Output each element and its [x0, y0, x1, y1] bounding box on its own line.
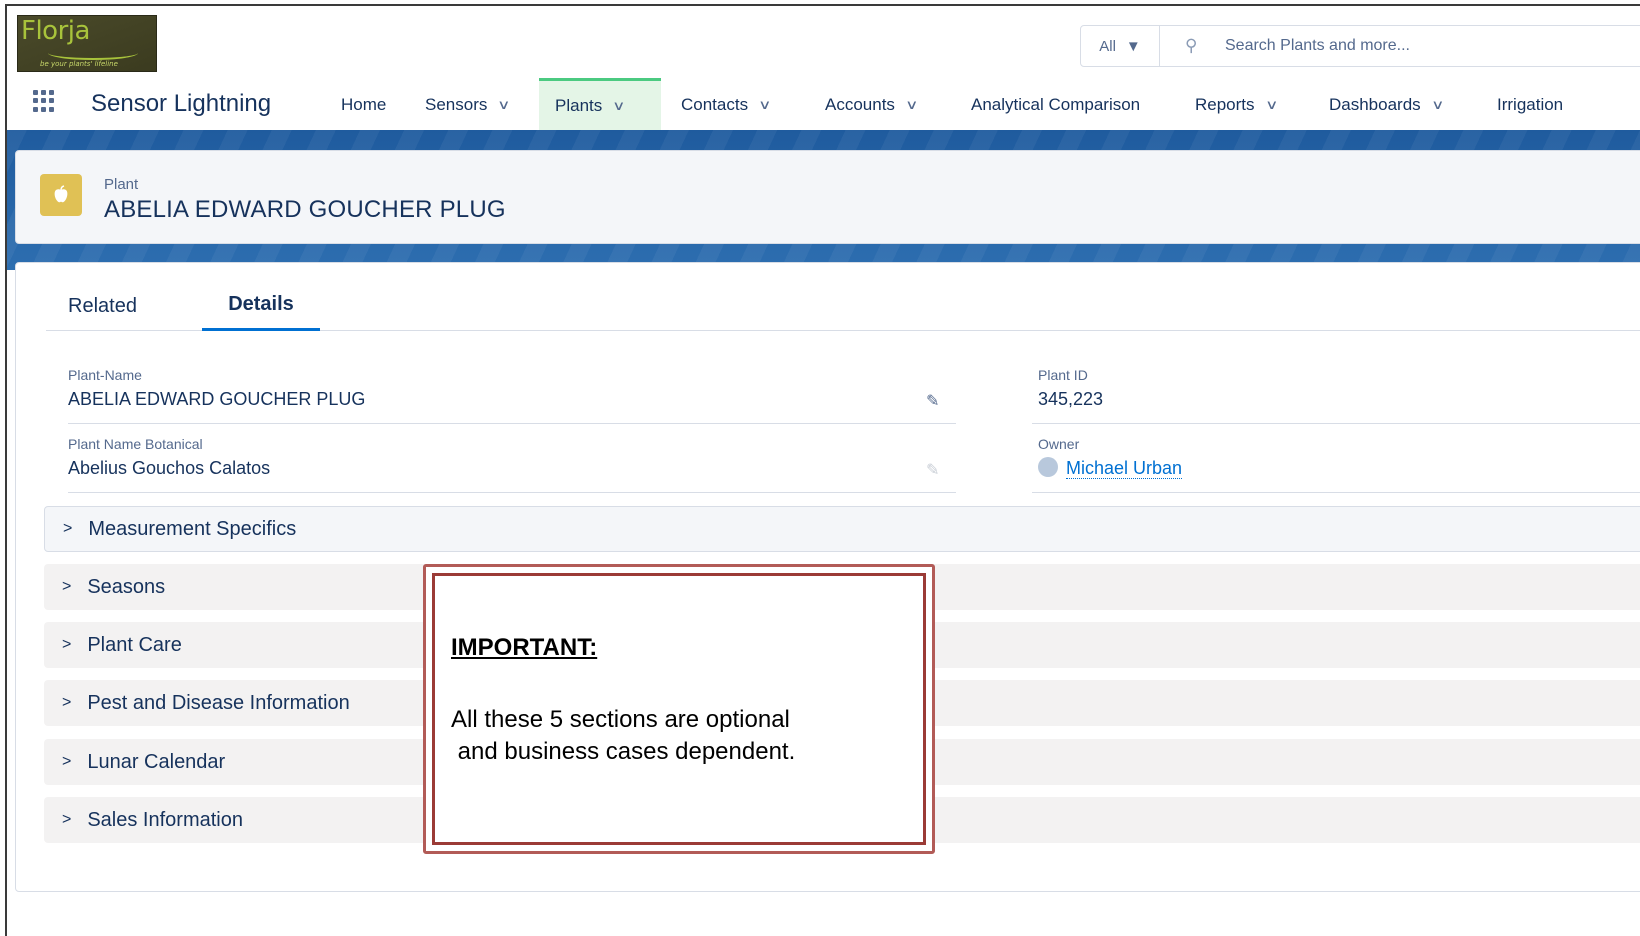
app-nav-bar: Sensor Lightning Home Sensors ∨ Plants ∨… [7, 78, 1640, 131]
record-tabs: Related Details [46, 281, 1640, 331]
chevron-down-icon[interactable]: ∨ [612, 98, 625, 114]
field-divider [1032, 492, 1640, 493]
app-launcher-icon[interactable] [33, 90, 55, 112]
important-note-callout: IMPORTANT: All these 5 sections are opti… [423, 564, 935, 854]
record-title: ABELIA EDWARD GOUCHER PLUG [104, 196, 506, 223]
field-label: Plant Name Botanical [68, 436, 203, 452]
chevron-down-icon[interactable]: ∨ [497, 97, 510, 113]
chevron-right-icon: > [62, 636, 72, 653]
nav-item-home[interactable]: Home [325, 78, 402, 131]
global-header: Florja be your plants' lifeline All ▼ ⚲ … [7, 6, 1640, 131]
note-inner-border: IMPORTANT: All these 5 sections are opti… [432, 573, 926, 845]
app-name: Sensor Lightning [91, 90, 272, 117]
nav-item-dashboards[interactable]: Dashboards ∨ [1313, 78, 1458, 131]
chevron-right-icon: > [62, 753, 72, 770]
search-scope-label: All [1099, 37, 1116, 55]
nav-item-reports[interactable]: Reports ∨ [1179, 78, 1292, 131]
search-placeholder: Search Plants and more... [1225, 37, 1410, 54]
field-divider [1032, 423, 1640, 424]
tab-related[interactable]: Related [46, 281, 159, 331]
record-header: Plant ABELIA EDWARD GOUCHER PLUG [15, 150, 1640, 244]
app-window: Florja be your plants' lifeline All ▼ ⚲ … [5, 4, 1640, 936]
nav-item-accounts[interactable]: Accounts ∨ [809, 78, 932, 131]
chevron-down-icon[interactable]: ∨ [1265, 97, 1278, 113]
field-value: ABELIA EDWARD GOUCHER PLUG [68, 389, 366, 409]
search-icon: ⚲ [1185, 36, 1198, 55]
record-type: Plant [104, 176, 139, 193]
edit-pencil-icon[interactable]: ✎ [926, 391, 939, 410]
user-avatar-icon [1038, 457, 1058, 478]
owner-link[interactable]: Michael Urban [1066, 458, 1183, 479]
chevron-right-icon: > [62, 811, 72, 828]
apple-glyph [54, 185, 68, 203]
global-search-input[interactable]: ⚲ Search Plants and more... [1159, 25, 1640, 67]
florja-logo[interactable]: Florja be your plants' lifeline [17, 15, 157, 72]
field-label: Plant-Name [68, 367, 142, 383]
nav-item-plants[interactable]: Plants ∨ [539, 78, 661, 131]
note-title: IMPORTANT: [451, 634, 598, 661]
apple-icon [40, 174, 82, 216]
section-measurement-specifics[interactable]: > Measurement Specifics [44, 506, 1640, 552]
field-value: Abelius Gouchos Calatos [68, 458, 271, 478]
nav-item-contacts[interactable]: Contacts ∨ [665, 78, 786, 131]
field-divider [68, 423, 956, 424]
field-value: 345,223 [1038, 389, 1104, 409]
chevron-down-icon[interactable]: ∨ [758, 97, 771, 113]
field-plant-name-botanical: Plant Name Botanical Abelius Gouchos Cal… [68, 436, 270, 479]
note-body: All these 5 sections are optional and bu… [451, 706, 796, 765]
caret-down-icon: ▼ [1125, 37, 1141, 55]
field-label: Owner [1038, 436, 1080, 452]
search-scope-dropdown[interactable]: All ▼ [1080, 25, 1160, 67]
field-value: Michael Urban [1038, 457, 1183, 479]
field-plant-id: Plant ID 345,223 [1038, 367, 1103, 410]
nav-item-sensors[interactable]: Sensors ∨ [409, 78, 525, 131]
field-owner: Owner Michael Urban [1038, 436, 1183, 479]
chevron-right-icon: > [63, 520, 73, 537]
edit-pencil-icon[interactable]: ✎ [926, 460, 939, 479]
chevron-down-icon[interactable]: ∨ [1431, 97, 1444, 113]
tab-details[interactable]: Details [202, 281, 320, 331]
field-label: Plant ID [1038, 367, 1088, 383]
chevron-down-icon[interactable]: ∨ [905, 97, 918, 113]
nav-item-analytical-comparison[interactable]: Analytical Comparison [955, 78, 1156, 131]
chevron-right-icon: > [62, 578, 72, 595]
field-plant-name: Plant-Name ABELIA EDWARD GOUCHER PLUG [68, 367, 365, 410]
logo-swoosh [48, 46, 138, 60]
nav-item-irrigation[interactable]: Irrigation [1481, 78, 1579, 131]
field-divider [68, 492, 956, 493]
chevron-right-icon: > [62, 694, 72, 711]
